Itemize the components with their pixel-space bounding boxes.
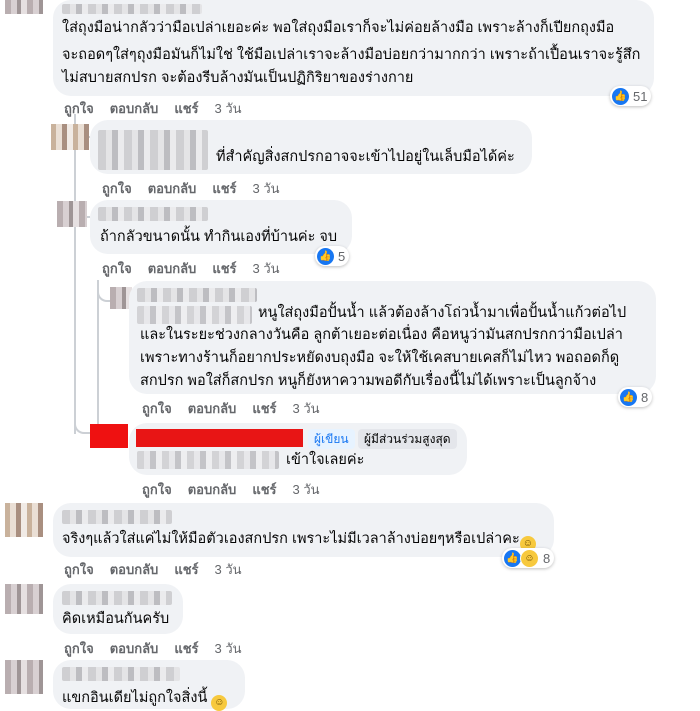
- comment-text: ที่สำคัญสิ่งสกปรกอาจจะเข้าไปอยู่ในเล็บมื…: [216, 149, 515, 165]
- comment-text: คิดเหมือนกันครับ: [62, 611, 170, 627]
- avatar[interactable]: [5, 584, 43, 614]
- redacted-text: [137, 306, 252, 324]
- comment-actions: ถูกใจ ตอบกลับ แชร์ 3 วัน: [64, 559, 258, 580]
- comment-text: และในระยะช่วงกลางวันคือ ลูกต้าเยอะต่อเนื…: [140, 327, 623, 343]
- avatar[interactable]: [5, 503, 43, 537]
- share-button[interactable]: แชร์: [174, 641, 198, 656]
- timestamp: 3 วัน: [292, 482, 320, 497]
- commenter-name[interactable]: [62, 667, 180, 681]
- comment-text: หนูใส่ถุงมือปั้นน้ำ แล้วต้องล้างโถ่วน้ำม…: [258, 305, 627, 321]
- top-contributor-badge: ผู้มีส่วนร่วมสูงสุด: [358, 429, 457, 449]
- timestamp: 3 วัน: [214, 641, 242, 656]
- haha-reaction-icon: ☺: [520, 548, 539, 568]
- share-button[interactable]: แชร์: [174, 562, 198, 577]
- like-button[interactable]: ถูกใจ: [142, 401, 172, 416]
- reply-button[interactable]: ตอบกลับ: [188, 482, 237, 497]
- commenter-name[interactable]: [98, 130, 208, 170]
- thread-connector: [74, 418, 90, 434]
- comment-text: ใส่ถุงมือน่ากลัวว่ามือเปล่าเยอะค่ะ พอใส่…: [62, 20, 615, 36]
- like-reaction-icon: 👍: [317, 247, 334, 265]
- comment-text: เพราะทางร้านก็อยากประหยัดงบถุงมือ จะให้ใ…: [140, 350, 620, 366]
- reaction-count-value: 5: [338, 248, 346, 264]
- comment-actions: ถูกใจ ตอบกลับ แชร์ 3 วัน: [64, 638, 258, 659]
- comment-text: จริงๆแล้วใส่แค่ไม่ให้มือตัวเองสกปรก เพรา…: [62, 528, 536, 552]
- comment-actions: ถูกใจ ตอบกลับ แชร์ 3 วัน: [102, 178, 296, 199]
- comment-text: สกปรก พอใส่ก็สกปรก หนูก็ยังหาความพอดีกับ…: [140, 373, 597, 389]
- reply-button[interactable]: ตอบกลับ: [110, 101, 159, 116]
- like-reaction-icon: 👍: [612, 87, 629, 105]
- comment-text: เข้าใจเลยค่ะ: [286, 452, 365, 468]
- comment-actions: ถูกใจ ตอบกลับ แชร์ 3 วัน: [64, 98, 258, 119]
- like-button[interactable]: ถูกใจ: [64, 641, 94, 656]
- reaction-count-value: 8: [641, 389, 649, 405]
- reaction-count[interactable]: 👍 ☺ 8: [502, 548, 555, 568]
- thread-line: [97, 280, 99, 430]
- like-button[interactable]: ถูกใจ: [102, 181, 132, 196]
- commenter-name[interactable]: [62, 510, 172, 524]
- reaction-count-value: 8: [543, 550, 551, 566]
- timestamp: 3 วัน: [292, 401, 320, 416]
- reaction-count[interactable]: 👍 5: [315, 246, 350, 266]
- like-button[interactable]: ถูกใจ: [102, 261, 132, 276]
- timestamp: 3 วัน: [214, 562, 242, 577]
- like-reaction-icon: 👍: [504, 549, 521, 567]
- comment-text: จะถอดๆใส่ๆถุงมือมันก็ไม่ใช่ ใช้มือเปล่าเ…: [62, 47, 641, 63]
- thread-line: [74, 114, 76, 434]
- avatar[interactable]: [5, 660, 43, 694]
- redacted-text: [137, 451, 279, 469]
- reaction-count[interactable]: 👍 8: [618, 387, 653, 407]
- reaction-count-value: 51: [633, 88, 648, 104]
- comment-actions: ถูกใจ ตอบกลับ แชร์ 3 วัน: [142, 398, 336, 419]
- comment-text-body: แขกอินเดียไม่ถูกใจสิ่งนี้: [62, 690, 208, 706]
- comment-text: แขกอินเดียไม่ถูกใจสิ่งนี้ ☺: [62, 687, 228, 711]
- reply-button[interactable]: ตอบกลับ: [148, 261, 197, 276]
- reaction-count[interactable]: 👍 51: [610, 86, 652, 106]
- timestamp: 3 วัน: [214, 101, 242, 116]
- share-button[interactable]: แชร์: [212, 261, 236, 276]
- like-reaction-icon: 👍: [620, 388, 637, 406]
- avatar[interactable]: [5, 0, 43, 14]
- like-button[interactable]: ถูกใจ: [142, 482, 172, 497]
- reply-button[interactable]: ตอบกลับ: [188, 401, 237, 416]
- comment-actions: ถูกใจ ตอบกลับ แชร์ 3 วัน: [142, 479, 336, 500]
- share-button[interactable]: แชร์: [252, 482, 276, 497]
- share-button[interactable]: แชร์: [174, 101, 198, 116]
- share-button[interactable]: แชร์: [252, 401, 276, 416]
- commenter-name[interactable]: [136, 429, 303, 447]
- like-button[interactable]: ถูกใจ: [64, 562, 94, 577]
- commenter-name[interactable]: [62, 591, 172, 605]
- commenter-name[interactable]: [62, 4, 202, 14]
- author-badge: ผู้เขียน: [308, 429, 355, 449]
- reply-button[interactable]: ตอบกลับ: [110, 641, 159, 656]
- comment-text: ไม่สบายสกปรก จะต้องรีบล้างมันเป็นปฏิกิริ…: [62, 70, 414, 86]
- comment-text: ถ้ากลัวขนาดนั้น ทำกินเองที่บ้านค่ะ จบ: [100, 229, 338, 245]
- timestamp: 3 วัน: [252, 181, 280, 196]
- reply-button[interactable]: ตอบกลับ: [110, 562, 159, 577]
- reply-button[interactable]: ตอบกลับ: [148, 181, 197, 196]
- comment-actions: ถูกใจ ตอบกลับ แชร์ 3 วัน: [102, 258, 296, 279]
- commenter-name[interactable]: [137, 288, 257, 302]
- timestamp: 3 วัน: [252, 261, 280, 276]
- share-button[interactable]: แชร์: [212, 181, 236, 196]
- commenter-name[interactable]: [98, 207, 208, 221]
- like-button[interactable]: ถูกใจ: [64, 101, 94, 116]
- comment-text-body: จริงๆแล้วใส่แค่ไม่ให้มือตัวเองสกปรก เพรา…: [62, 531, 520, 547]
- avatar[interactable]: [57, 201, 87, 227]
- avatar[interactable]: [51, 124, 89, 150]
- avatar[interactable]: [90, 424, 128, 448]
